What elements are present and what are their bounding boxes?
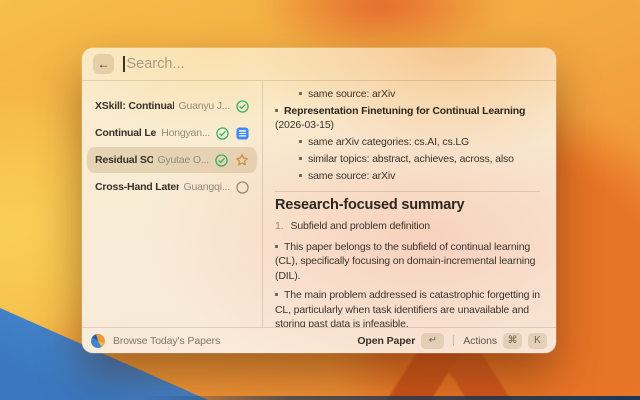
related-paper-title: Representation Finetuning for Continual …	[284, 105, 525, 117]
footer-context-label: Browse Today's Papers	[113, 335, 220, 347]
paper-title: Continual Learni...	[95, 127, 156, 139]
related-paper-date: (2026-03-15)	[275, 119, 334, 131]
list-item-residual-selected[interactable]: Residual SODAP... Gyutae O...	[87, 147, 257, 173]
bullet-icon	[275, 245, 278, 248]
bullet-icon	[275, 109, 278, 112]
footer-bar: Browse Today's Papers Open Paper ↵ Actio…	[82, 327, 556, 353]
bullet-icon	[299, 157, 302, 160]
paper-title: Cross-Hand Latent R...	[95, 181, 179, 193]
command-keycap: ⌘	[503, 333, 522, 349]
text-caret	[123, 56, 125, 72]
check-circle-icon	[216, 127, 229, 140]
paper-author: Guangqi...	[184, 181, 230, 193]
related-bullet: similar topics: abstract, achieves, acro…	[299, 152, 540, 167]
bullet-icon	[299, 174, 302, 177]
main-content: XSkill: Continual Lear... Guanyu J... Co…	[82, 81, 556, 327]
arrow-left-icon: ←	[98, 57, 110, 71]
summary-paragraph: This paper belongs to the subfield of co…	[275, 240, 540, 284]
search-input[interactable]: Search...	[123, 48, 545, 80]
check-circle-icon	[236, 100, 249, 113]
bullet-icon	[299, 140, 302, 143]
paper-author: Hongyan...	[161, 127, 210, 139]
bullet-icon	[299, 92, 302, 95]
return-keycap: ↵	[421, 333, 444, 349]
paper-author: Gyutae O...	[158, 154, 210, 166]
back-button[interactable]: ←	[93, 54, 114, 74]
summary-heading: Research-focused summary	[275, 198, 540, 213]
search-header: ← Search...	[82, 48, 556, 81]
list-item-crosshand[interactable]: Cross-Hand Latent R... Guangqi...	[87, 174, 257, 200]
app-logo-icon	[91, 334, 105, 348]
bullet-icon	[275, 293, 278, 296]
check-circle-icon	[215, 154, 228, 167]
numbered-item-1: 1.Subfield and problem definition	[275, 219, 540, 234]
related-bullet: same source: arXiv	[299, 169, 540, 184]
paper-title: XSkill: Continual Lear...	[95, 100, 174, 112]
related-bullet: same arXiv categories: cs.AI, cs.LG	[299, 135, 540, 150]
empty-circle-icon	[236, 181, 249, 194]
search-placeholder: Search...	[127, 56, 185, 72]
paper-author: Guanyu J...	[179, 100, 231, 112]
paper-title: Residual SODAP...	[95, 154, 153, 166]
actions-button[interactable]: Actions	[463, 335, 497, 347]
section-divider	[275, 191, 540, 192]
footer-divider	[453, 335, 454, 346]
related-bullet: same source: arXiv	[299, 87, 540, 102]
k-keycap: K	[528, 333, 547, 349]
related-paper-item: Representation Finetuning for Continual …	[275, 104, 540, 133]
star-icon	[235, 153, 249, 167]
list-item-continual[interactable]: Continual Learni... Hongyan...	[87, 120, 257, 146]
results-sidebar: XSkill: Continual Lear... Guanyu J... Co…	[82, 81, 263, 327]
detail-panel: same source: arXiv Representation Finetu…	[263, 81, 556, 327]
notes-badge-icon	[236, 127, 249, 140]
item-number: 1.	[275, 220, 283, 232]
list-item-xskill[interactable]: XSkill: Continual Lear... Guanyu J...	[87, 93, 257, 119]
summary-paragraph: The main problem addressed is catastroph…	[275, 288, 540, 327]
wallpaper-navy-strip	[140, 396, 640, 400]
launcher-window: ← Search... XSkill: Continual Lear... Gu…	[82, 48, 556, 353]
open-paper-button[interactable]: Open Paper	[357, 335, 415, 347]
